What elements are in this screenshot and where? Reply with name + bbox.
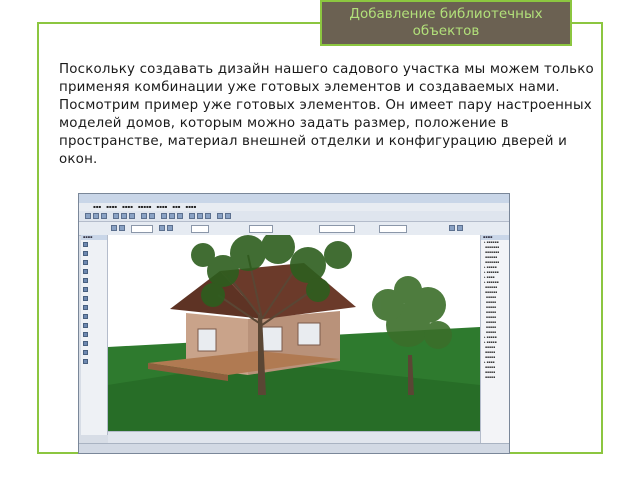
toolbar-button-icon	[197, 213, 203, 219]
tool-item	[81, 267, 107, 276]
toolbar-button-icon	[121, 213, 127, 219]
info-box-toolbar	[79, 222, 509, 236]
tool-icon	[83, 350, 88, 355]
house-window	[297, 322, 321, 346]
menu-item: ▪▪▪▪	[106, 204, 117, 209]
toolbar-button-icon	[189, 213, 195, 219]
tool-icon	[83, 341, 88, 346]
app-window-titlebar	[79, 194, 509, 203]
slide-body-text: Поскольку создавать дизайн нашего садово…	[59, 62, 594, 167]
tool-item	[81, 294, 107, 303]
info-box-field	[131, 225, 153, 233]
info-box-field	[379, 225, 407, 233]
tool-item	[81, 330, 107, 339]
tool-icon	[83, 269, 88, 274]
tool-item	[81, 303, 107, 312]
tool-item	[81, 276, 107, 285]
menu-item: ▪▪▪▪	[185, 204, 197, 209]
tool-icon	[83, 323, 88, 328]
tool-item	[81, 348, 107, 357]
slide-title-line-2: объектов	[412, 23, 480, 39]
toolbar-button-icon	[449, 225, 455, 231]
toolbar-button-icon	[85, 213, 91, 219]
menu-item: ▪▪▪	[93, 204, 102, 209]
house-window	[197, 328, 217, 352]
3d-house-scene	[108, 235, 480, 431]
tool-item	[81, 357, 107, 366]
toolbar-button-icon	[217, 213, 223, 219]
tool-item	[81, 240, 107, 249]
tool-icon	[83, 296, 88, 301]
toolbar-button-icon	[167, 225, 173, 231]
toolbar-button-icon	[161, 213, 167, 219]
tool-icon	[83, 314, 88, 319]
tool-item	[81, 339, 107, 348]
menu-item: ▪▪▪	[172, 204, 181, 209]
tool-item	[81, 321, 107, 330]
toolbar-button-icon	[101, 213, 107, 219]
toolbar-button-icon	[205, 213, 211, 219]
tool-item	[81, 312, 107, 321]
tool-icon	[83, 359, 88, 364]
toolbar-button-icon	[119, 225, 125, 231]
toolbox-panel: ▪▪▪▪	[81, 235, 108, 435]
toolbar-button-icon	[225, 213, 231, 219]
tool-icon	[83, 305, 88, 310]
slide-title: Добавление библиотечных объектов	[320, 0, 572, 46]
tool-icon	[83, 251, 88, 256]
tool-icon	[83, 260, 88, 265]
toolbar-button-icon	[457, 225, 463, 231]
windows-taskbar	[79, 443, 509, 453]
tool-icon	[83, 287, 88, 292]
tool-icon	[83, 332, 88, 337]
toolbar-button-icon	[159, 225, 165, 231]
menu-item: ▪▪▪▪▪	[137, 204, 152, 209]
info-box-field	[191, 225, 209, 233]
archicad-screenshot: ▪▪▪ ▪▪▪▪ ▪▪▪▪ ▪▪▪▪▪ ▪▪▪▪ ▪▪▪ ▪▪▪▪ ▪▪▪▪ ▪…	[78, 193, 510, 454]
toolbar-button-icon	[129, 213, 135, 219]
info-box-field	[249, 225, 273, 233]
navigator-panel: ▪▪▪▪ ▸ ▪▪▪▪▪▪ ▪▪▪▪▪▪▪ ▪▪▪▪▪▪▪ ▪▪▪▪▪▪ ▪▪▪…	[480, 235, 509, 443]
slide-title-line-1: Добавление библиотечных	[349, 6, 543, 22]
app-menubar: ▪▪▪ ▪▪▪▪ ▪▪▪▪ ▪▪▪▪▪ ▪▪▪▪ ▪▪▪ ▪▪▪▪	[79, 203, 509, 211]
navigator-item: ▪▪▪▪▪	[484, 375, 496, 379]
tool-item	[81, 258, 107, 267]
toolbar-button-icon	[113, 213, 119, 219]
tool-icon	[83, 278, 88, 283]
toolbar-button-icon	[149, 213, 155, 219]
tool-icon	[83, 242, 88, 247]
toolbar-button-icon	[111, 225, 117, 231]
toolbar-button-icon	[93, 213, 99, 219]
menu-item: ▪▪▪▪	[156, 204, 168, 209]
menu-item: ▪▪▪▪	[121, 204, 133, 209]
app-toolbar	[79, 211, 509, 222]
tool-item	[81, 285, 107, 294]
tool-item	[81, 249, 107, 258]
3d-viewport	[108, 235, 480, 431]
toolbar-button-icon	[169, 213, 175, 219]
toolbar-button-icon	[177, 213, 183, 219]
toolbar-button-icon	[141, 213, 147, 219]
info-box-field	[319, 225, 355, 233]
